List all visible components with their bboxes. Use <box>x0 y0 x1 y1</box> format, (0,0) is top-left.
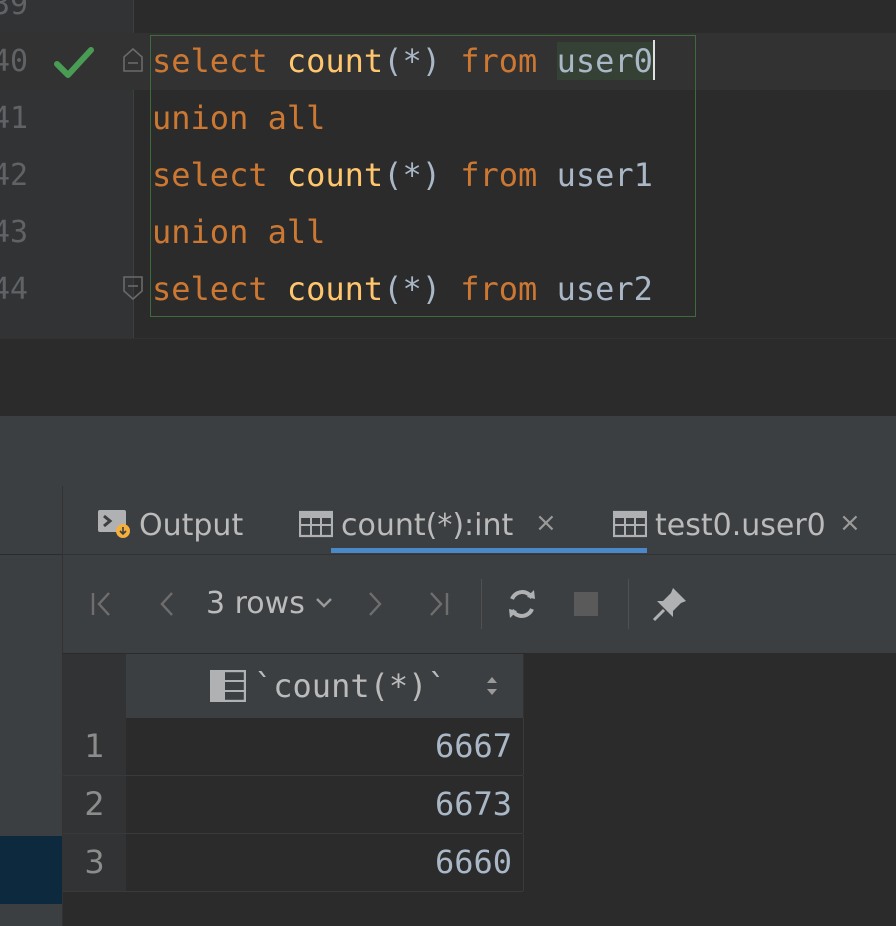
tab-output-label: Output <box>139 508 244 543</box>
tab-count-int-label: count(*):int <box>341 508 514 543</box>
panel-divider[interactable] <box>0 416 896 486</box>
cell-value[interactable]: 6660 <box>126 834 512 891</box>
refresh-icon[interactable] <box>505 587 539 621</box>
pin-icon[interactable] <box>651 585 689 623</box>
cell-value[interactable]: 6673 <box>126 776 512 833</box>
rows-count-dropdown[interactable]: 3 rows <box>206 555 334 653</box>
line-number: 41 <box>0 101 29 136</box>
last-page-icon[interactable] <box>425 591 451 617</box>
line-number: 44 <box>0 272 29 307</box>
output-icon <box>98 510 130 538</box>
result-toolbar: 3 rows <box>63 555 896 653</box>
rows-count-label: 3 rows <box>206 586 305 621</box>
fold-start-icon[interactable] <box>122 47 144 73</box>
tab-test0-user0-label: test0.user0 <box>655 508 826 543</box>
line-number: 39 <box>0 0 29 22</box>
row-number-header <box>63 654 126 718</box>
fold-end-icon[interactable] <box>122 275 144 301</box>
sort-icon[interactable] <box>484 674 500 698</box>
close-icon[interactable]: × <box>535 510 557 536</box>
line-number: 40 <box>0 44 29 79</box>
tab-output[interactable]: Output <box>97 486 243 554</box>
statement-highlight-box <box>150 35 696 317</box>
sql-editor[interactable]: 39 40 select count(*) from user0 41 unio… <box>0 0 896 338</box>
chevron-down-icon <box>316 598 333 608</box>
tab-test0-user0[interactable]: test0.user0 × <box>612 486 861 554</box>
toolbar-separator <box>481 579 482 629</box>
prev-page-icon[interactable] <box>157 591 177 617</box>
result-grid[interactable]: `count(*)` 1 6667 2 6673 3 6660 <box>63 654 896 926</box>
next-page-icon[interactable] <box>365 591 385 617</box>
table-row[interactable]: 2 6673 <box>63 776 524 834</box>
stop-icon[interactable] <box>573 591 599 617</box>
close-icon[interactable]: × <box>839 510 861 536</box>
result-tabs: Output count(*):int × test0.user0 × <box>63 486 896 555</box>
column-header-label: `count(*)` <box>254 667 447 705</box>
column-header[interactable]: `count(*)` <box>126 654 524 718</box>
selected-tree-node[interactable] <box>0 836 62 904</box>
row-number: 2 <box>63 776 126 833</box>
table-row[interactable]: 1 6667 <box>63 718 524 776</box>
toolbar-separator <box>628 579 629 629</box>
table-icon <box>612 510 648 538</box>
tab-count-int[interactable]: count(*):int × <box>298 486 557 554</box>
active-tab-indicator <box>331 548 647 553</box>
first-page-icon[interactable] <box>89 591 115 617</box>
line-number: 43 <box>0 215 29 250</box>
services-toolbar <box>0 486 62 555</box>
line-number: 42 <box>0 158 29 193</box>
row-number: 1 <box>63 718 126 775</box>
editor-line[interactable]: 39 <box>0 0 896 33</box>
column-icon <box>210 670 246 702</box>
editor-bottom-area <box>0 338 896 417</box>
table-row[interactable]: 3 6660 <box>63 834 524 892</box>
cell-value[interactable]: 6667 <box>126 718 512 775</box>
table-icon <box>298 510 334 538</box>
check-icon <box>54 47 94 78</box>
row-number: 3 <box>63 834 126 891</box>
